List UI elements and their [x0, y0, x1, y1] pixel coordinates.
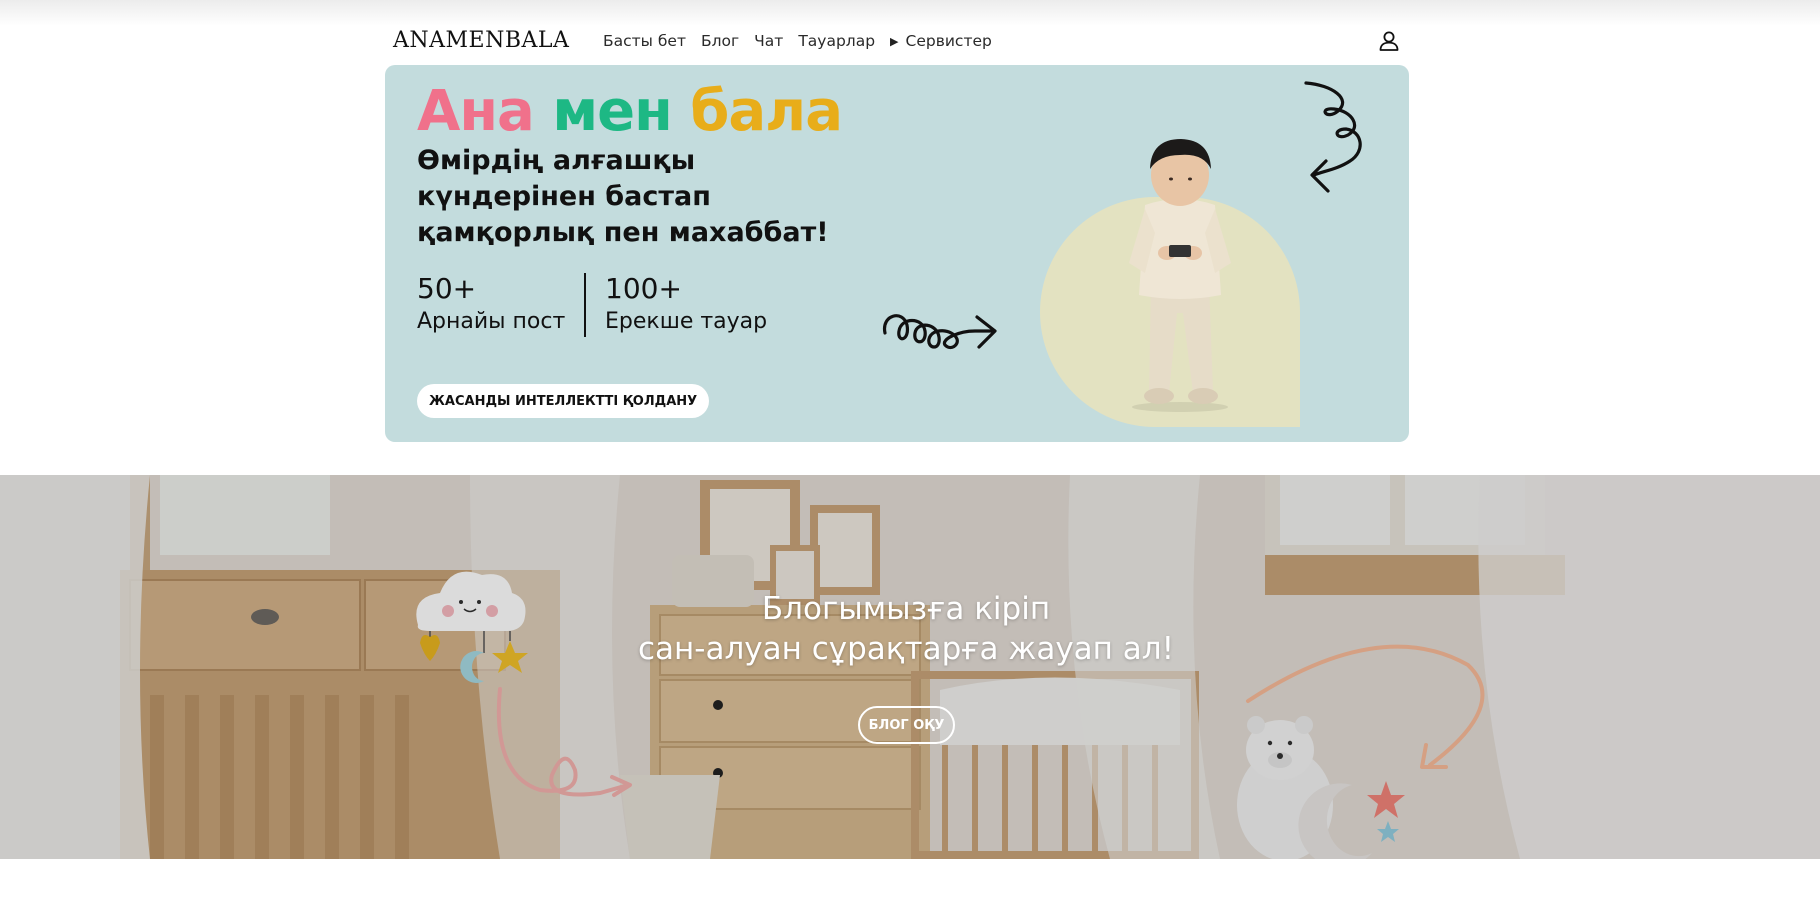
blog-banner-title: Блогымызға кіріп сан-алуан сұрақтарға жа… — [0, 589, 1812, 669]
blog-banner-line-1: Блогымызға кіріп — [761, 591, 1051, 627]
nav-item-products[interactable]: Тауарлар — [798, 32, 875, 50]
stat-divider — [584, 273, 586, 337]
site-logo[interactable]: ANAMENBALA — [393, 28, 569, 53]
blog-banner-line-2: сан-алуан сұрақтарға жауап ал! — [637, 631, 1175, 667]
use-ai-button[interactable]: ЖАСАНДЫ ИНТЕЛЛЕКТТІ ҚОЛДАНУ — [417, 384, 710, 418]
nav-item-blog[interactable]: Блог — [701, 32, 739, 50]
top-shadow — [0, 0, 1820, 26]
hero-section: Ана мен бала Өмірдің алғашқы күндерінен … — [385, 65, 1409, 442]
nav-item-services[interactable]: ▶ Сервистер — [890, 32, 992, 50]
nav-item-chat[interactable]: Чат — [754, 32, 783, 50]
triangle-right-icon: ▶ — [890, 34, 899, 48]
hero-title-word-3: бала — [690, 79, 843, 144]
blog-banner: Блогымызға кіріп сан-алуан сұрақтарға жа… — [0, 475, 1820, 859]
site-header: ANAMENBALA Басты бет Блог Чат Тауарлар ▶… — [385, 24, 1409, 60]
stat-products: 100+ Ерекше тауар — [605, 272, 767, 338]
squiggle-arrow-icon — [883, 314, 997, 350]
hero-subtitle: Өмірдің алғашқы күндерінен бастап қамқор… — [417, 145, 829, 248]
main-nav: Басты бет Блог Чат Тауарлар ▶ Сервистер — [603, 32, 1007, 50]
read-blog-button[interactable]: БЛОГ ОҚУ — [858, 706, 955, 744]
hero-title-word-2: мен — [552, 79, 672, 144]
stat-label: Ерекше тауар — [605, 309, 768, 334]
stat-value: 50+ — [417, 272, 477, 305]
user-icon[interactable] — [1376, 28, 1402, 54]
services-label: Сервистер — [905, 32, 992, 50]
nav-item-home[interactable]: Басты бет — [603, 32, 686, 50]
stat-posts: 50+ Арнайы пост — [417, 272, 565, 338]
hero-title-word-1: Ана — [417, 79, 535, 144]
stat-label: Арнайы пост — [417, 309, 566, 334]
hero-title: Ана мен бала — [417, 79, 843, 144]
curly-arrow-icon — [1304, 81, 1362, 193]
stat-value: 100+ — [605, 272, 682, 305]
child-photo — [1129, 139, 1231, 412]
